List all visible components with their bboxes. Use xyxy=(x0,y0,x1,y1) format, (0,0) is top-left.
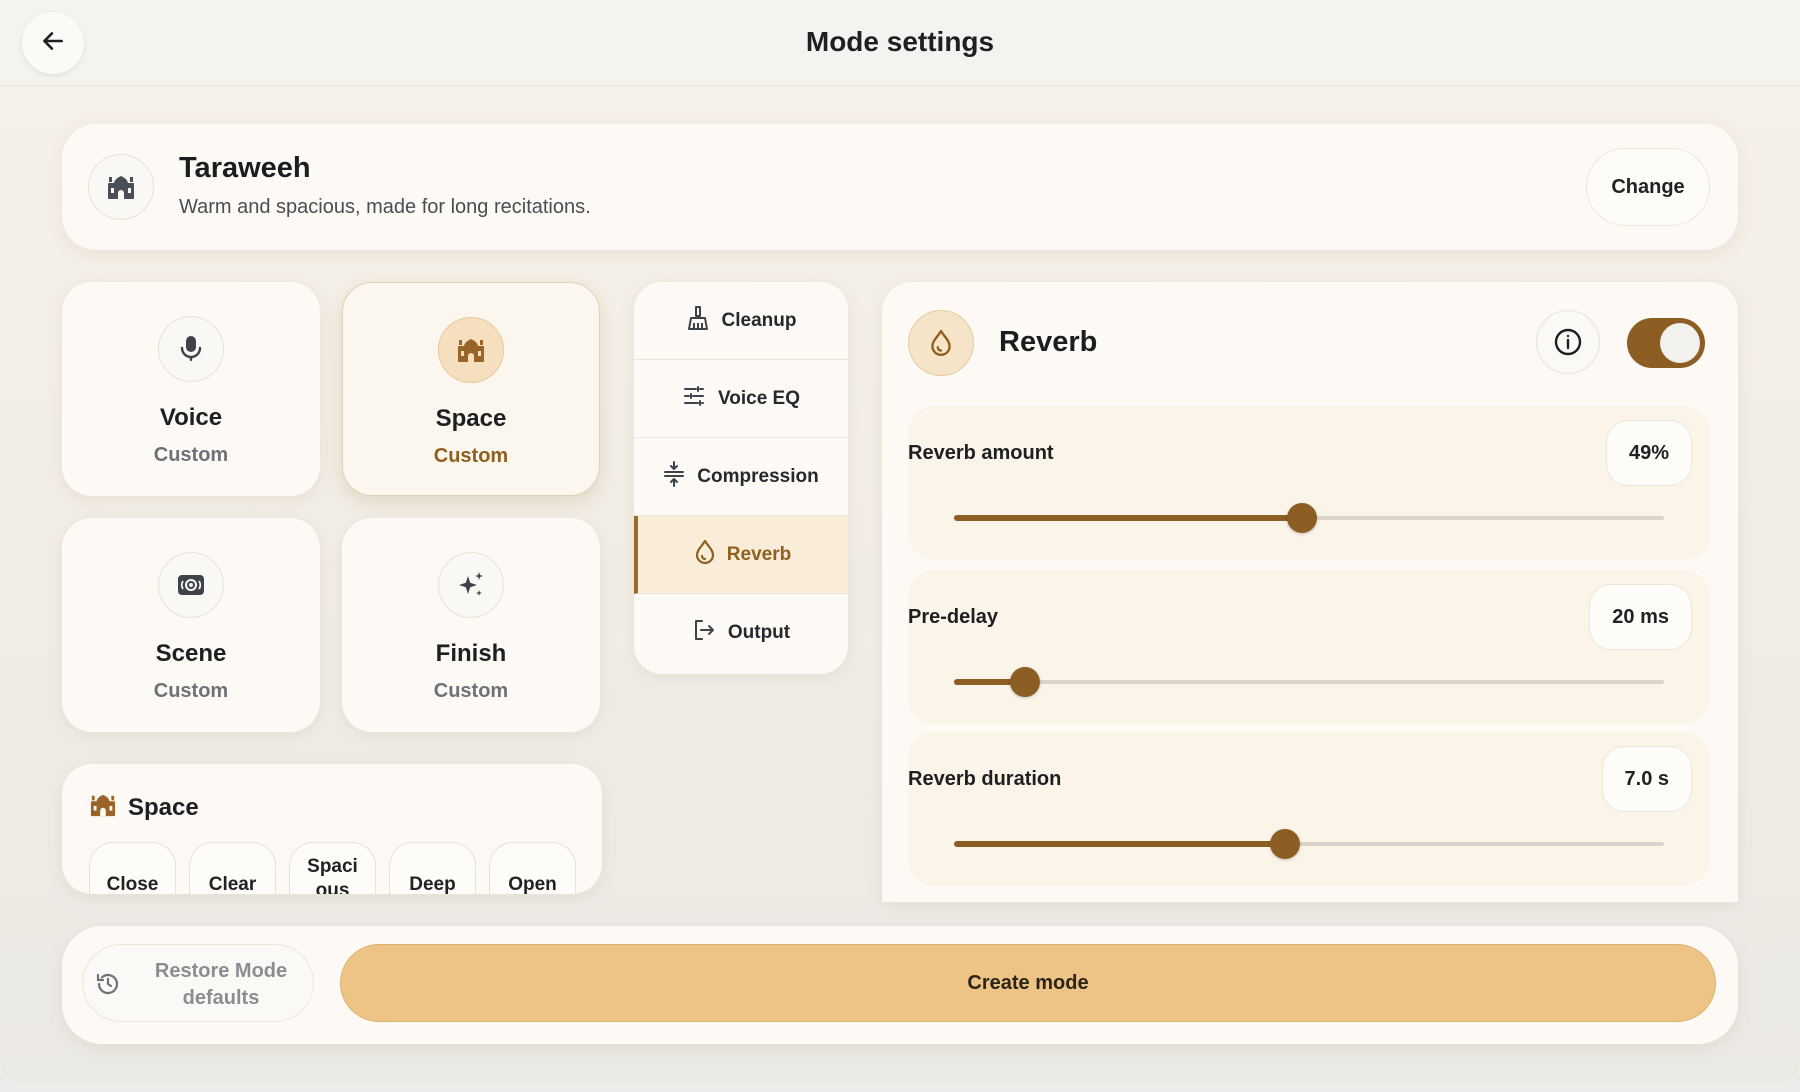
microphone-icon xyxy=(158,316,224,382)
tab-output[interactable]: Output xyxy=(634,594,848,672)
category-title: Finish xyxy=(435,640,507,667)
reverb-duration-slider[interactable] xyxy=(954,829,1664,859)
sliders-icon xyxy=(682,384,706,414)
tab-label: Output xyxy=(727,622,791,643)
mode-card: Taraweeh Warm and spacious, made for lon… xyxy=(62,124,1738,250)
preset-chip-close[interactable]: Close xyxy=(89,842,176,894)
preset-chip-deep[interactable]: Deep xyxy=(389,842,476,894)
top-bar: Mode settings xyxy=(0,0,1800,86)
category-subtitle: Custom xyxy=(153,444,229,466)
slider-thumb[interactable] xyxy=(1010,667,1040,697)
slider-fill xyxy=(954,841,1285,847)
mosque-icon xyxy=(438,317,504,383)
param-value[interactable]: 20 ms xyxy=(1589,584,1692,650)
reverb-toggle[interactable] xyxy=(1627,318,1705,368)
history-icon xyxy=(95,971,121,1002)
mosque-icon xyxy=(88,792,118,823)
category-scene[interactable]: Scene Custom xyxy=(62,518,320,732)
mode-description: Warm and spacious, made for long recitat… xyxy=(179,196,591,218)
tab-label: Compression xyxy=(697,465,819,487)
preset-chip-clear[interactable]: Clear xyxy=(189,842,276,894)
tab-voice-eq[interactable]: Voice EQ xyxy=(634,360,848,438)
param-label: Reverb duration xyxy=(908,768,1062,790)
preset-chip-spacious[interactable]: Spacious xyxy=(289,842,376,894)
sparkle-icon xyxy=(438,552,504,618)
bottom-action-bar: Restore Mode defaults Create mode xyxy=(62,926,1738,1044)
category-voice[interactable]: Voice Custom xyxy=(62,282,320,496)
page-title: Mode settings xyxy=(805,26,995,57)
reverb-title: Reverb xyxy=(999,326,1098,358)
tab-reverb[interactable]: Reverb xyxy=(634,516,848,594)
category-title: Space xyxy=(435,405,507,432)
mosque-icon xyxy=(88,154,154,220)
exit-icon xyxy=(692,618,716,648)
restore-defaults-label: Restore Mode defaults xyxy=(154,960,288,1009)
param-value[interactable]: 49% xyxy=(1605,420,1692,486)
param-value[interactable]: 7.0 s xyxy=(1601,746,1692,812)
tab-cleanup[interactable]: Cleanup xyxy=(634,282,848,360)
restore-defaults-button[interactable]: Restore Mode defaults xyxy=(82,944,314,1022)
drop-icon xyxy=(695,539,715,571)
slider-thumb[interactable] xyxy=(1286,503,1317,533)
tab-label: Cleanup xyxy=(721,309,797,331)
reverb-amount-slider[interactable] xyxy=(954,503,1664,533)
broom-icon xyxy=(686,305,710,337)
change-mode-button[interactable]: Change xyxy=(1586,148,1710,226)
space-panel-header: Space xyxy=(88,792,199,823)
category-subtitle: Custom xyxy=(433,445,509,467)
param-pre-delay: Pre-delay 20 ms xyxy=(908,570,1710,724)
param-reverb-amount: Reverb amount 49% xyxy=(908,406,1710,560)
create-mode-button[interactable]: Create mode xyxy=(340,944,1716,1022)
slider-thumb[interactable] xyxy=(1269,829,1300,859)
app-window: Mode settings Taraweeh Warm and spacious… xyxy=(0,0,1800,1082)
drop-icon xyxy=(908,310,974,376)
space-presets-panel: Space Close Clear Spacious Deep Open xyxy=(62,764,602,894)
param-label: Reverb amount xyxy=(908,442,1054,464)
settings-tabs: Cleanup Voice EQ Compression Reverb Outp… xyxy=(634,282,848,674)
category-finish[interactable]: Finish Custom xyxy=(342,518,600,732)
scene-icon xyxy=(158,552,224,618)
pre-delay-slider[interactable] xyxy=(954,667,1664,697)
space-panel-title: Space xyxy=(128,793,199,821)
param-label: Pre-delay xyxy=(908,606,999,628)
category-subtitle: Custom xyxy=(433,680,509,702)
reverb-panel: Reverb Reverb amount 49% Pre-delay 20 ms xyxy=(882,282,1738,902)
preset-chip-open[interactable]: Open xyxy=(489,842,576,894)
tab-compression[interactable]: Compression xyxy=(634,438,848,516)
compress-icon xyxy=(663,460,685,493)
param-reverb-duration: Reverb duration 7.0 s xyxy=(908,732,1710,886)
category-space[interactable]: Space Custom xyxy=(342,282,600,496)
tab-label: Reverb xyxy=(726,543,792,565)
info-icon[interactable] xyxy=(1536,310,1600,374)
category-title: Voice xyxy=(159,404,223,431)
mode-name: Taraweeh xyxy=(179,152,311,184)
category-subtitle: Custom xyxy=(153,680,229,702)
slider-fill xyxy=(954,515,1302,521)
toggle-knob xyxy=(1660,323,1700,363)
category-title: Scene xyxy=(155,640,227,667)
tab-label: Voice EQ xyxy=(717,387,800,409)
space-preset-chips: Close Clear Spacious Deep Open xyxy=(89,842,576,894)
